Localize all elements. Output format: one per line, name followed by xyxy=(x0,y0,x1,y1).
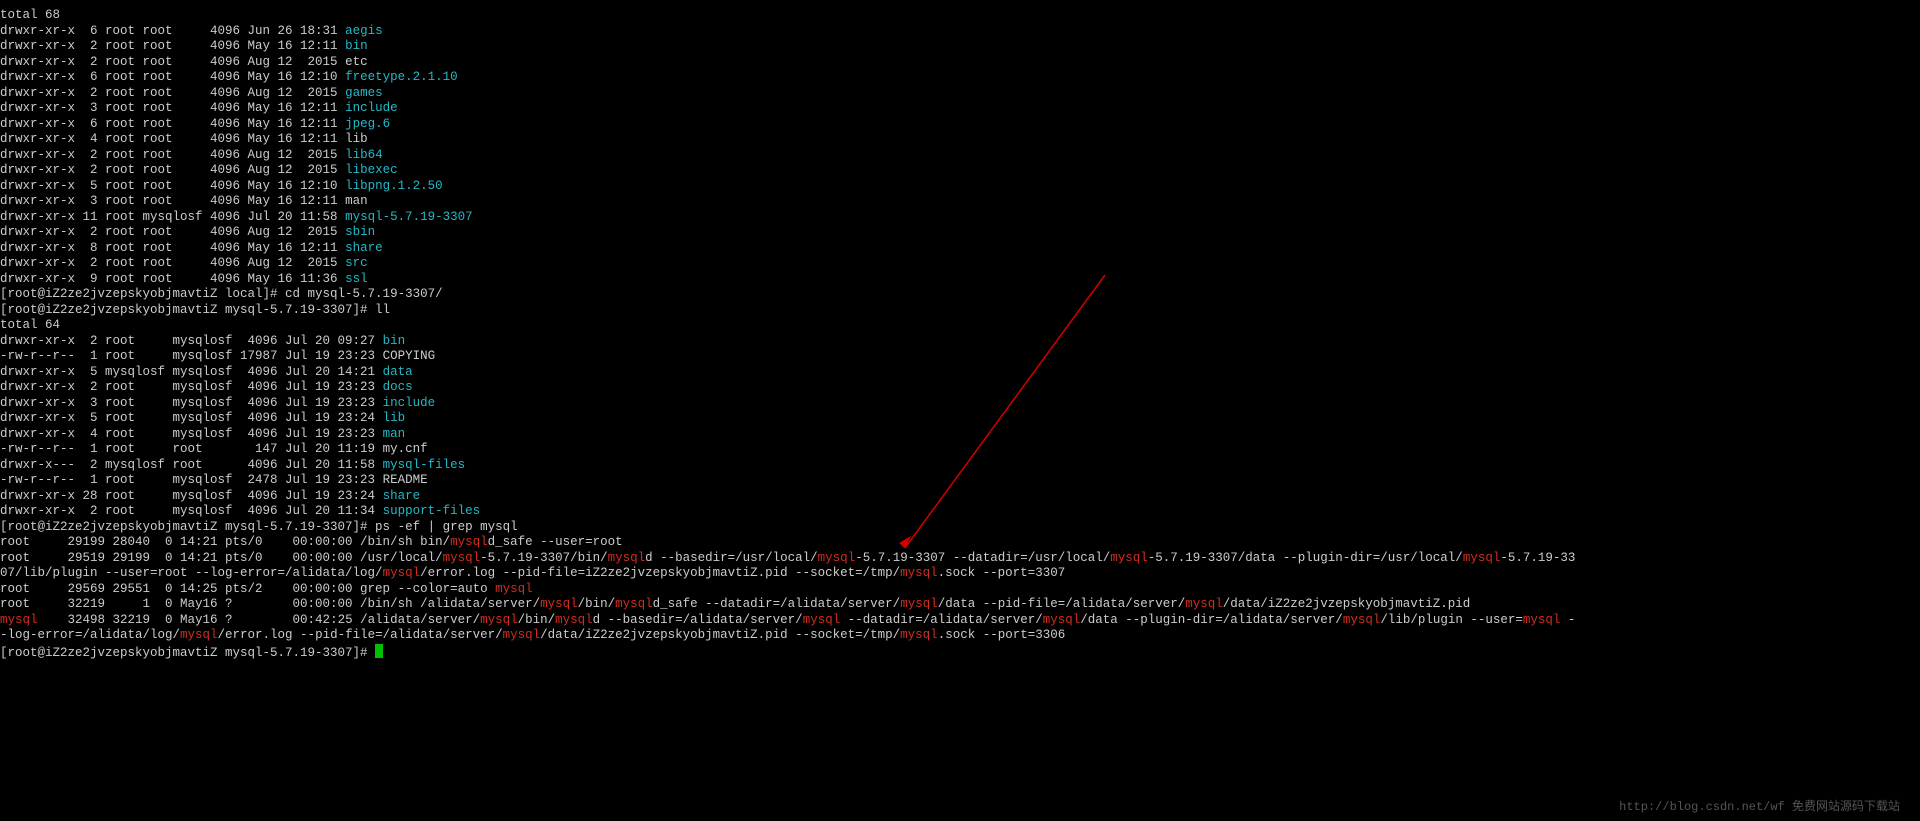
filename: include xyxy=(345,101,398,115)
match-token: mysql xyxy=(900,597,938,611)
ps-row: root 29569 29551 0 14:25 pts/2 00:00:00 … xyxy=(0,582,1575,598)
match-token: mysql xyxy=(1043,613,1081,627)
filename: man xyxy=(383,427,406,441)
ls-row: drwxr-xr-x 6 root root 4096 Jun 26 18:31… xyxy=(0,24,1575,40)
filename: share xyxy=(345,241,383,255)
ls-row: drwxr-xr-x 2 root root 4096 Aug 12 2015 … xyxy=(0,256,1575,272)
ls-row: drwxr-xr-x 4 root mysqlosf 4096 Jul 19 2… xyxy=(0,427,1575,443)
match-token: mysql xyxy=(443,551,481,565)
ls-row: -rw-r--r-- 1 root mysqlosf 17987 Jul 19 … xyxy=(0,349,1575,365)
filename: my.cnf xyxy=(383,442,428,456)
ls-row: drwxr-xr-x 5 mysqlosf mysqlosf 4096 Jul … xyxy=(0,365,1575,381)
ps-row: root 29519 29199 0 14:21 pts/0 00:00:00 … xyxy=(0,551,1575,567)
terminal-line: [root@iZ2ze2jvzepskyobjmavtiZ local]# cd… xyxy=(0,287,1575,303)
filename: data xyxy=(383,365,413,379)
terminal-output[interactable]: total 68drwxr-xr-x 6 root root 4096 Jun … xyxy=(0,8,1575,661)
ls-row: drwxr-xr-x 5 root root 4096 May 16 12:10… xyxy=(0,179,1575,195)
ls-row: drwxr-xr-x 2 root mysqlosf 4096 Jul 20 0… xyxy=(0,334,1575,350)
ps-row: root 29199 28040 0 14:21 pts/0 00:00:00 … xyxy=(0,535,1575,551)
match-token: mysql xyxy=(503,628,541,642)
filename: include xyxy=(383,396,436,410)
ls-row: drwxr-x--- 2 mysqlosf root 4096 Jul 20 1… xyxy=(0,458,1575,474)
match-token: mysql xyxy=(1110,551,1148,565)
ls-row: drwxr-xr-x 2 root mysqlosf 4096 Jul 19 2… xyxy=(0,380,1575,396)
match-token: mysql xyxy=(818,551,856,565)
filename: src xyxy=(345,256,368,270)
filename: libexec xyxy=(345,163,398,177)
ls-row: drwxr-xr-x 2 root root 4096 Aug 12 2015 … xyxy=(0,55,1575,71)
filename: mysql-files xyxy=(383,458,466,472)
terminal-line: total 68 xyxy=(0,8,1575,24)
ps-row: -log-error=/alidata/log/mysql/error.log … xyxy=(0,628,1575,644)
filename: support-files xyxy=(383,504,481,518)
terminal-line: [root@iZ2ze2jvzepskyobjmavtiZ mysql-5.7.… xyxy=(0,303,1575,319)
match-token: mysql xyxy=(900,566,938,580)
ls-row: drwxr-xr-x 2 root root 4096 Aug 12 2015 … xyxy=(0,163,1575,179)
filename: lib64 xyxy=(345,148,383,162)
ls-row: drwxr-xr-x 3 root root 4096 May 16 12:11… xyxy=(0,194,1575,210)
match-token: mysql xyxy=(383,566,421,580)
ls-row: drwxr-xr-x 2 root root 4096 May 16 12:11… xyxy=(0,39,1575,55)
match-token: mysql xyxy=(555,613,593,627)
ls-row: -rw-r--r-- 1 root mysqlosf 2478 Jul 19 2… xyxy=(0,473,1575,489)
match-token: mysql xyxy=(608,551,646,565)
ls-row: drwxr-xr-x 11 root mysqlosf 4096 Jul 20 … xyxy=(0,210,1575,226)
ls-row: drwxr-xr-x 3 root root 4096 May 16 12:11… xyxy=(0,101,1575,117)
ls-row: -rw-r--r-- 1 root root 147 Jul 20 11:19 … xyxy=(0,442,1575,458)
ls-row: drwxr-xr-x 2 root root 4096 Aug 12 2015 … xyxy=(0,148,1575,164)
filename: man xyxy=(345,194,368,208)
match-token: mysql xyxy=(540,597,578,611)
terminal-line: [root@iZ2ze2jvzepskyobjmavtiZ mysql-5.7.… xyxy=(0,520,1575,536)
filename: share xyxy=(383,489,421,503)
match-token: mysql xyxy=(1463,551,1501,565)
filename: games xyxy=(345,86,383,100)
filename: libpng.1.2.50 xyxy=(345,179,443,193)
match-token: mysql xyxy=(1343,613,1381,627)
match-token: mysql xyxy=(900,628,938,642)
match-token: mysql xyxy=(0,613,38,627)
filename: mysql-5.7.19-3307 xyxy=(345,210,473,224)
filename: docs xyxy=(383,380,413,394)
match-token: mysql xyxy=(495,582,533,596)
filename: README xyxy=(383,473,428,487)
ls-row: drwxr-xr-x 2 root root 4096 Aug 12 2015 … xyxy=(0,225,1575,241)
match-token: mysql xyxy=(1185,597,1223,611)
ls-row: drwxr-xr-x 4 root root 4096 May 16 12:11… xyxy=(0,132,1575,148)
filename: bin xyxy=(383,334,406,348)
filename: COPYING xyxy=(383,349,436,363)
ls-row: drwxr-xr-x 8 root root 4096 May 16 12:11… xyxy=(0,241,1575,257)
filename: bin xyxy=(345,39,368,53)
ls-row: drwxr-xr-x 6 root root 4096 May 16 12:11… xyxy=(0,117,1575,133)
ps-row: 07/lib/plugin --user=root --log-error=/a… xyxy=(0,566,1575,582)
match-token: mysql xyxy=(1523,613,1561,627)
ls-row: drwxr-xr-x 6 root root 4096 May 16 12:10… xyxy=(0,70,1575,86)
ls-row: drwxr-xr-x 2 root root 4096 Aug 12 2015 … xyxy=(0,86,1575,102)
ls-row: drwxr-xr-x 5 root mysqlosf 4096 Jul 19 2… xyxy=(0,411,1575,427)
match-token: mysql xyxy=(450,535,488,549)
prompt[interactable]: [root@iZ2ze2jvzepskyobjmavtiZ mysql-5.7.… xyxy=(0,644,1575,662)
filename: ssl xyxy=(345,272,368,286)
cursor xyxy=(375,644,383,658)
terminal-line: total 64 xyxy=(0,318,1575,334)
filename: etc xyxy=(345,55,368,69)
match-token: mysql xyxy=(803,613,841,627)
filename: sbin xyxy=(345,225,375,239)
filename: freetype.2.1.10 xyxy=(345,70,458,84)
filename: jpeg.6 xyxy=(345,117,390,131)
ls-row: drwxr-xr-x 9 root root 4096 May 16 11:36… xyxy=(0,272,1575,288)
ps-row: root 32219 1 0 May16 ? 00:00:00 /bin/sh … xyxy=(0,597,1575,613)
match-token: mysql xyxy=(180,628,218,642)
watermark: http://blog.csdn.net/wf 免费网站源码下载站 xyxy=(1619,800,1900,816)
ps-row: mysql 32498 32219 0 May16 ? 00:42:25 /al… xyxy=(0,613,1575,629)
ls-row: drwxr-xr-x 28 root mysqlosf 4096 Jul 19 … xyxy=(0,489,1575,505)
filename: lib xyxy=(345,132,368,146)
ls-row: drwxr-xr-x 3 root mysqlosf 4096 Jul 19 2… xyxy=(0,396,1575,412)
match-token: mysql xyxy=(615,597,653,611)
match-token: mysql xyxy=(480,613,518,627)
filename: lib xyxy=(383,411,406,425)
ls-row: drwxr-xr-x 2 root mysqlosf 4096 Jul 20 1… xyxy=(0,504,1575,520)
filename: aegis xyxy=(345,24,383,38)
